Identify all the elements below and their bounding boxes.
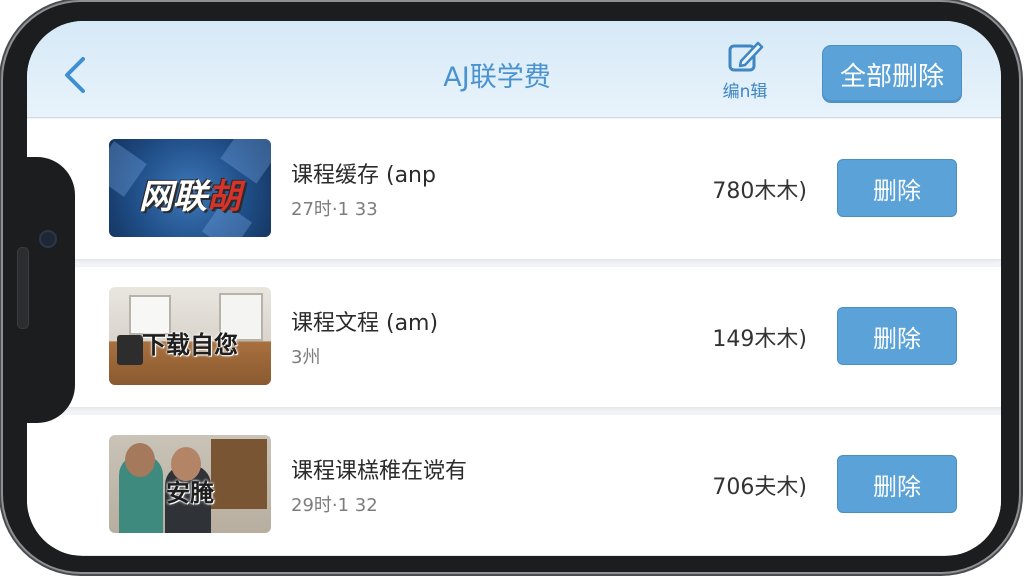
edit-label: 编n辑 — [722, 82, 768, 102]
file-size: 706夫木) — [712, 475, 807, 500]
course-title: 课程缓存 (anp — [291, 163, 436, 188]
course-thumbnail: 安腌 — [109, 435, 271, 533]
course-duration: 3州 — [291, 347, 321, 368]
course-duration: 27时·1 33 — [291, 199, 378, 220]
speaker-grille — [17, 247, 29, 329]
camera-icon — [39, 230, 57, 248]
course-title: 课程课榚稚在谠有 — [291, 459, 468, 484]
download-list: 网联胡 课程缓存 (anp 27时·1 33 780木木) 删除 下载自您 课程… — [27, 119, 1001, 556]
delete-button[interactable]: 删除 — [837, 159, 957, 217]
thumbnail-caption: 安腌 — [166, 479, 214, 507]
thumbnail-caption: 下载自您 — [142, 331, 238, 359]
list-item[interactable]: 下载自您 课程文程 (am) 3州 149木木) 删除 — [27, 267, 1001, 407]
app-screen: AJ联学费 编n辑 全部删除 网联胡 课程缓存 (anp 27时·1 33 78… — [27, 21, 1001, 556]
back-button[interactable] — [57, 53, 97, 97]
pencil-square-icon — [728, 41, 764, 72]
course-thumbnail: 网联胡 — [109, 139, 271, 237]
chevron-left-icon — [65, 57, 85, 93]
top-bar: AJ联学费 编n辑 全部删除 — [27, 21, 1001, 118]
course-thumbnail: 下载自您 — [109, 287, 271, 385]
thumbnail-logo-text: 网联胡 — [139, 177, 241, 217]
course-title: 课程文程 (am) — [291, 311, 439, 336]
phone-frame: AJ联学费 编n辑 全部删除 网联胡 课程缓存 (anp 27时·1 33 78… — [3, 2, 1019, 572]
delete-all-button[interactable]: 全部删除 — [822, 45, 962, 103]
file-size: 780木木) — [712, 179, 807, 204]
file-size: 149木木) — [712, 327, 807, 352]
edit-button[interactable]: 编n辑 — [712, 39, 778, 109]
notch — [25, 157, 75, 423]
delete-button[interactable]: 删除 — [837, 307, 957, 365]
page-title: AJ联学费 — [443, 62, 551, 93]
list-item[interactable]: 安腌 课程课榚稚在谠有 29时·1 32 706夫木) 删除 — [27, 415, 1001, 555]
delete-button[interactable]: 删除 — [837, 455, 957, 513]
course-duration: 29时·1 32 — [291, 495, 378, 516]
list-item[interactable]: 网联胡 课程缓存 (anp 27时·1 33 780木木) 删除 — [27, 119, 1001, 259]
